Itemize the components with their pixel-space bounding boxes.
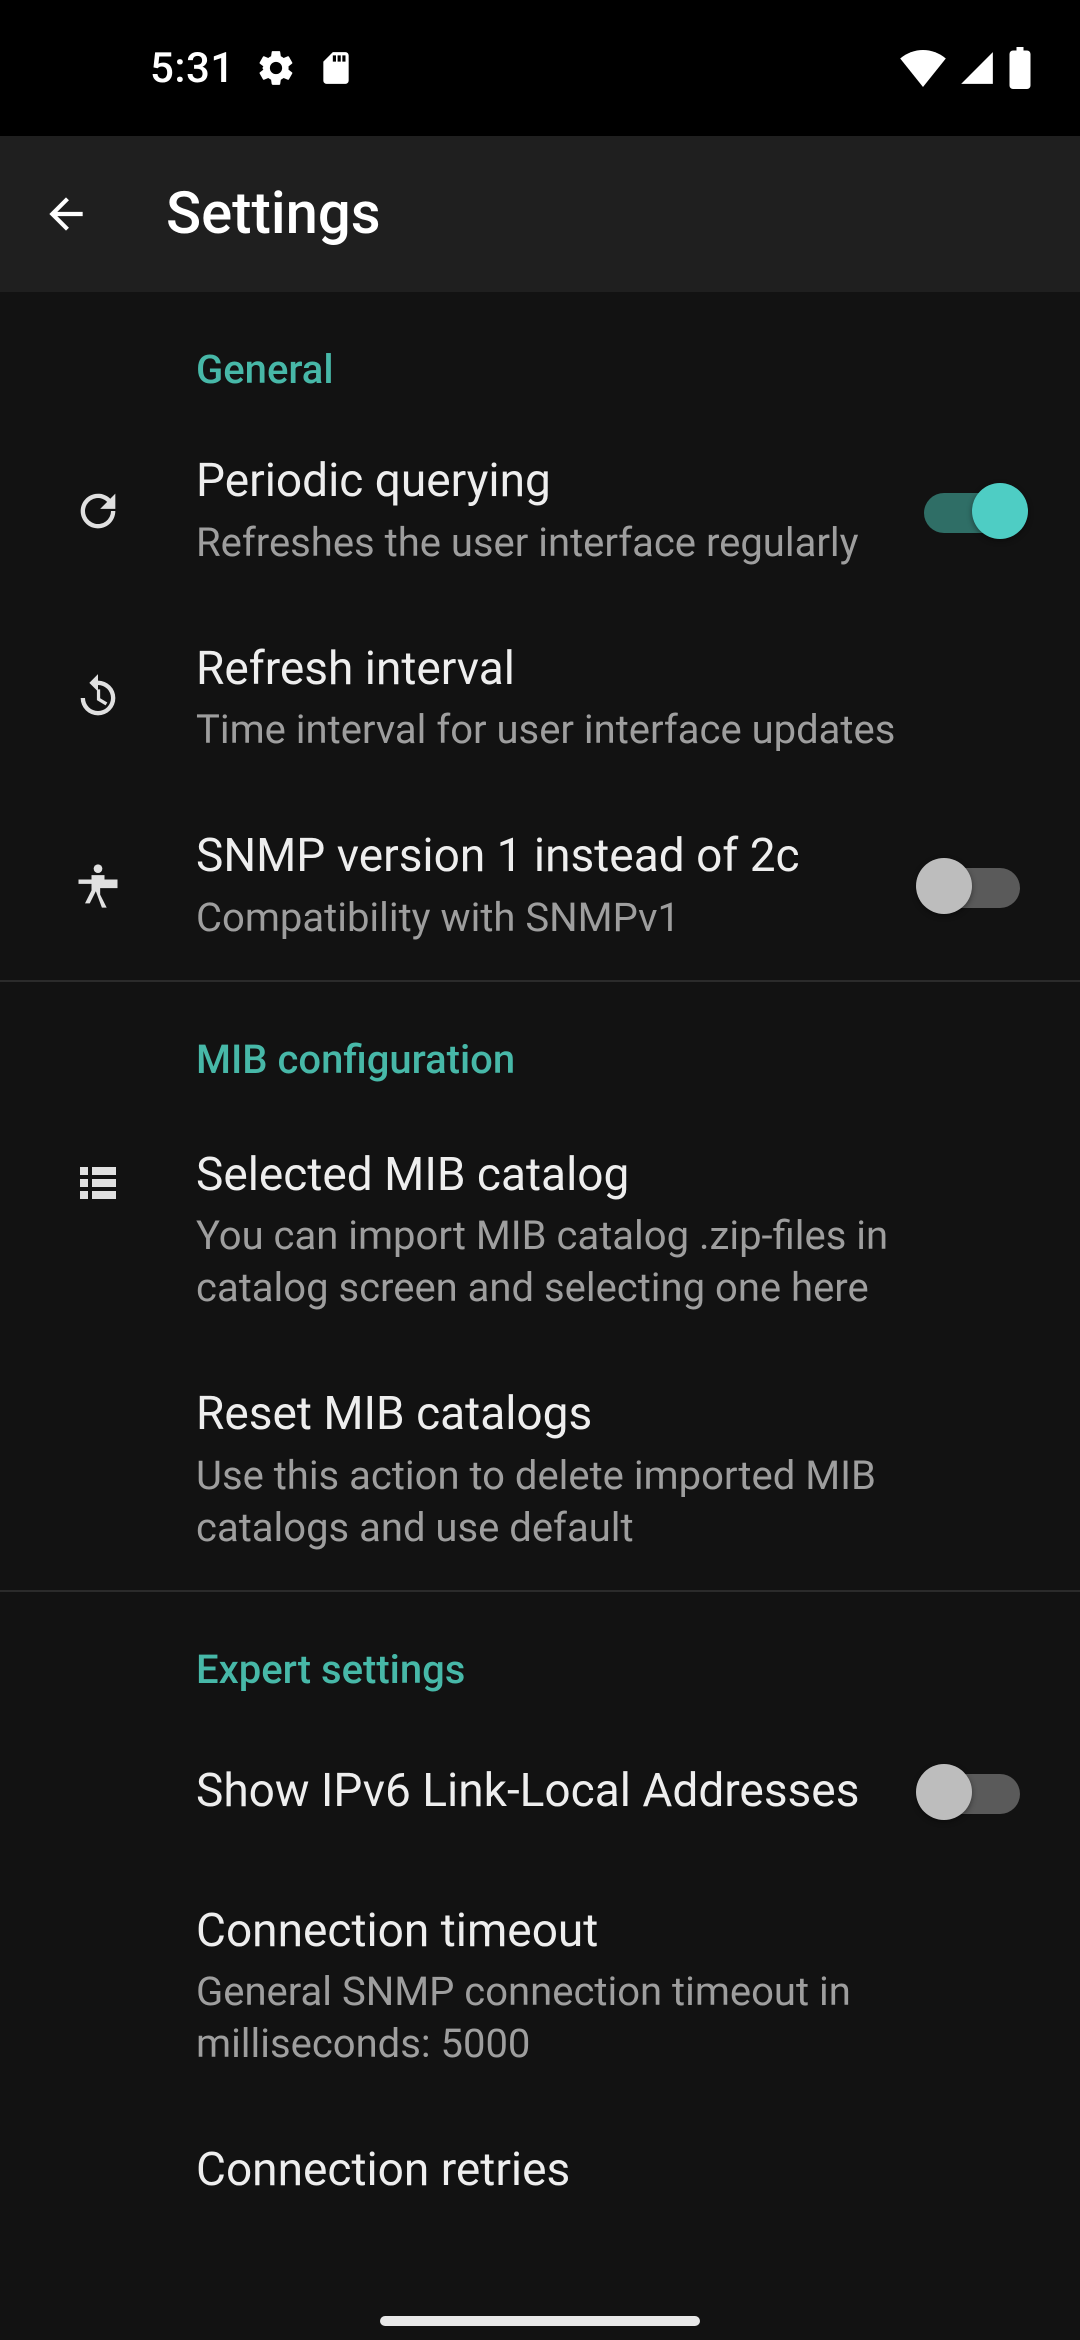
row-snmp-v1[interactable]: SNMP version 1 instead of 2c Compatibili… bbox=[0, 792, 1080, 980]
status-left: 5:31 bbox=[150, 44, 355, 93]
setting-title: Show IPv6 Link-Local Addresses bbox=[196, 1763, 896, 1821]
setting-title: Connection retries bbox=[196, 2142, 1020, 2200]
toggle-snmp-v1[interactable] bbox=[916, 854, 1028, 918]
status-bar: 5:31 bbox=[0, 0, 1080, 136]
section-header-mib: MIB configuration bbox=[0, 982, 1080, 1107]
setting-title: SNMP version 1 instead of 2c bbox=[196, 828, 896, 886]
sd-card-icon bbox=[317, 49, 355, 87]
refresh-clock-icon bbox=[0, 672, 196, 724]
row-reset-mib-catalogs[interactable]: Reset MIB catalogs Use this action to de… bbox=[0, 1350, 1080, 1590]
setting-title: Periodic querying bbox=[196, 453, 896, 511]
setting-title: Refresh interval bbox=[196, 641, 1020, 699]
arrow-back-icon bbox=[41, 189, 91, 239]
refresh-icon bbox=[0, 485, 196, 537]
toggle-show-ipv6[interactable] bbox=[916, 1760, 1028, 1824]
settings-gear-icon bbox=[255, 47, 297, 89]
setting-title: Reset MIB catalogs bbox=[196, 1386, 1020, 1444]
battery-icon bbox=[1008, 47, 1032, 89]
settings-content: General Periodic querying Refreshes the … bbox=[0, 292, 1080, 2340]
setting-subtitle: You can import MIB catalog .zip-files in… bbox=[196, 1210, 1020, 1314]
row-refresh-interval[interactable]: Refresh interval Time interval for user … bbox=[0, 605, 1080, 793]
app-bar: Settings bbox=[0, 136, 1080, 292]
setting-subtitle: General SNMP connection timeout in milli… bbox=[196, 1966, 1020, 2070]
setting-title: Selected MIB catalog bbox=[196, 1147, 1020, 1205]
wifi-icon bbox=[900, 49, 946, 87]
setting-subtitle: Compatibility with SNMPv1 bbox=[196, 892, 896, 944]
section-header-general: General bbox=[0, 292, 1080, 417]
row-connection-timeout[interactable]: Connection timeout General SNMP connecti… bbox=[0, 1867, 1080, 2107]
setting-subtitle: Time interval for user interface updates bbox=[196, 704, 1020, 756]
row-show-ipv6[interactable]: Show IPv6 Link-Local Addresses bbox=[0, 1717, 1080, 1867]
setting-subtitle: Use this action to delete imported MIB c… bbox=[196, 1450, 1020, 1554]
list-icon bbox=[0, 1147, 196, 1205]
accessibility-icon bbox=[0, 860, 196, 912]
setting-title: Connection timeout bbox=[196, 1903, 1020, 1961]
section-header-expert: Expert settings bbox=[0, 1592, 1080, 1717]
back-button[interactable] bbox=[30, 178, 102, 250]
setting-subtitle: Refreshes the user interface regularly bbox=[196, 517, 896, 569]
row-connection-retries[interactable]: Connection retries bbox=[0, 2106, 1080, 2200]
gesture-bar[interactable] bbox=[380, 2316, 700, 2326]
status-right bbox=[900, 47, 1032, 89]
status-time: 5:31 bbox=[150, 44, 235, 93]
row-selected-mib-catalog[interactable]: Selected MIB catalog You can import MIB … bbox=[0, 1107, 1080, 1351]
cell-signal-icon bbox=[958, 49, 996, 87]
page-title: Settings bbox=[166, 180, 381, 248]
toggle-periodic-querying[interactable] bbox=[916, 479, 1028, 543]
row-periodic-querying[interactable]: Periodic querying Refreshes the user int… bbox=[0, 417, 1080, 605]
